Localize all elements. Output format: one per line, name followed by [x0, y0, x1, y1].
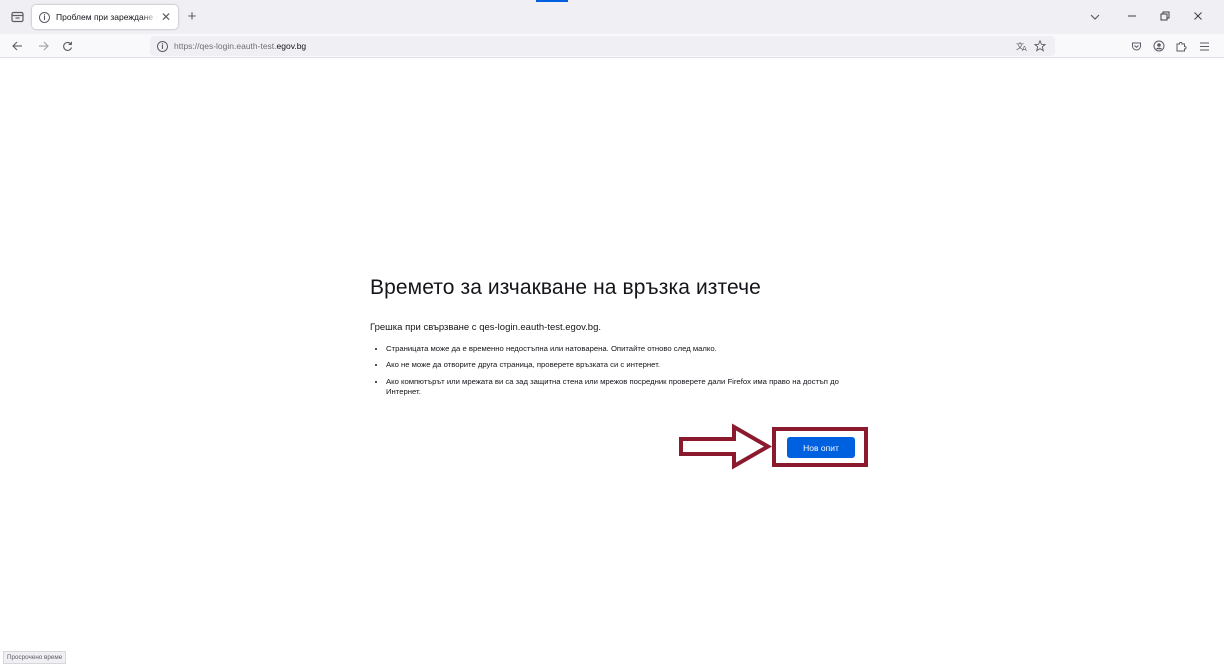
retry-button[interactable]: Нов опит	[787, 437, 855, 458]
hamburger-menu-icon[interactable]	[1195, 37, 1213, 55]
navigation-toolbar: i https://qes-login.eauth-test.egov.bg 文…	[0, 34, 1224, 58]
minimize-window-button[interactable]	[1122, 7, 1142, 27]
error-suggestions-list: Страницата може да е временно недостъпна…	[370, 344, 870, 398]
status-text: Просрочено време	[3, 651, 67, 664]
arrow-left-icon[interactable]	[8, 37, 26, 55]
url-bar[interactable]: i https://qes-login.eauth-test.egov.bg 文…	[150, 36, 1055, 56]
drag-indicator	[536, 0, 568, 2]
new-tab-button[interactable]: +	[183, 8, 201, 26]
list-item: Ако не може да отворите друга страница, …	[386, 360, 870, 370]
star-icon[interactable]	[1032, 38, 1048, 54]
restore-window-button[interactable]	[1155, 7, 1175, 27]
svg-text:A: A	[1022, 45, 1027, 52]
annotation-arrow-icon	[679, 423, 772, 470]
list-item: Ако компютърът или мрежата ви са зад защ…	[386, 377, 870, 398]
extensions-icon[interactable]	[1172, 37, 1190, 55]
translate-icon[interactable]: 文 A	[1014, 38, 1030, 54]
url-domain: egov.bg	[276, 41, 307, 51]
url-text[interactable]: https://qes-login.eauth-test.egov.bg	[174, 41, 306, 51]
active-tab[interactable]: i Проблем при зареждане на стр ✕	[32, 5, 178, 29]
error-title: Времето за изчакване на връзка изтече	[370, 276, 761, 299]
tab-bar: i Проблем при зареждане на стр ✕ +	[0, 0, 1224, 34]
chevron-down-icon[interactable]	[1088, 10, 1102, 24]
error-container: Времето за изчакване на връзка изтече Гр…	[370, 276, 870, 404]
url-prefix: https://qes-login.eauth-test.	[174, 41, 277, 51]
close-tab-icon[interactable]: ✕	[160, 11, 172, 23]
reload-icon[interactable]	[58, 37, 76, 55]
info-icon[interactable]: i	[157, 40, 168, 52]
arrow-right-icon[interactable]	[34, 37, 52, 55]
tab-title: Проблем при зареждане на стр	[56, 12, 157, 22]
pocket-icon[interactable]	[1127, 37, 1145, 55]
list-item: Страницата може да е временно недостъпна…	[386, 344, 870, 354]
error-description: Грешка при свързване с qes-login.eauth-t…	[370, 322, 602, 333]
account-icon[interactable]	[1150, 37, 1168, 55]
close-window-button[interactable]	[1188, 7, 1208, 27]
info-icon: i	[39, 11, 50, 23]
firefox-view-icon[interactable]	[8, 8, 26, 26]
